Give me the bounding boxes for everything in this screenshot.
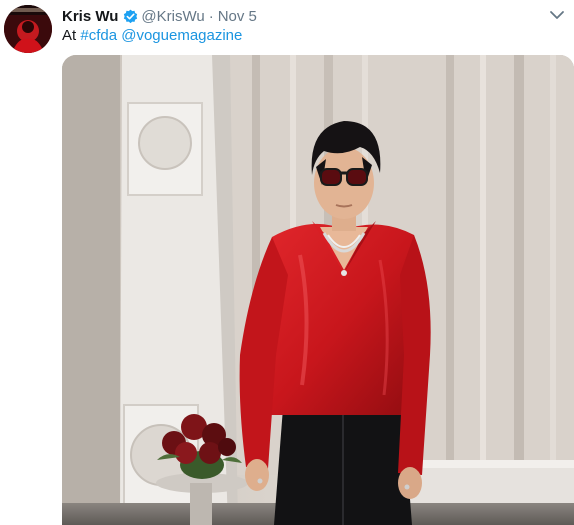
tweet-timestamp[interactable]: Nov 5: [218, 8, 257, 25]
author-handle[interactable]: @KrisWu: [141, 8, 204, 25]
left-wall: [62, 55, 120, 525]
author-name[interactable]: Kris Wu: [62, 8, 118, 25]
tweet-text-prefix: At: [62, 27, 77, 44]
separator-dot: ·: [208, 7, 214, 25]
tweet-header: Kris Wu @KrisWu · Nov 5: [62, 6, 257, 26]
chevron-down-icon[interactable]: [548, 7, 566, 23]
tweet-card[interactable]: Kris Wu @KrisWu · Nov 5 At #cfda @voguem…: [0, 0, 574, 525]
hashtag-link[interactable]: #cfda: [80, 27, 117, 44]
photo-scene: [62, 55, 574, 525]
verified-badge-icon: [123, 9, 138, 24]
avatar[interactable]: [4, 5, 52, 53]
tweet-text: At #cfda @voguemagazine: [62, 26, 242, 46]
mention-link[interactable]: @voguemagazine: [121, 27, 242, 44]
tweet-photo[interactable]: [62, 55, 574, 525]
